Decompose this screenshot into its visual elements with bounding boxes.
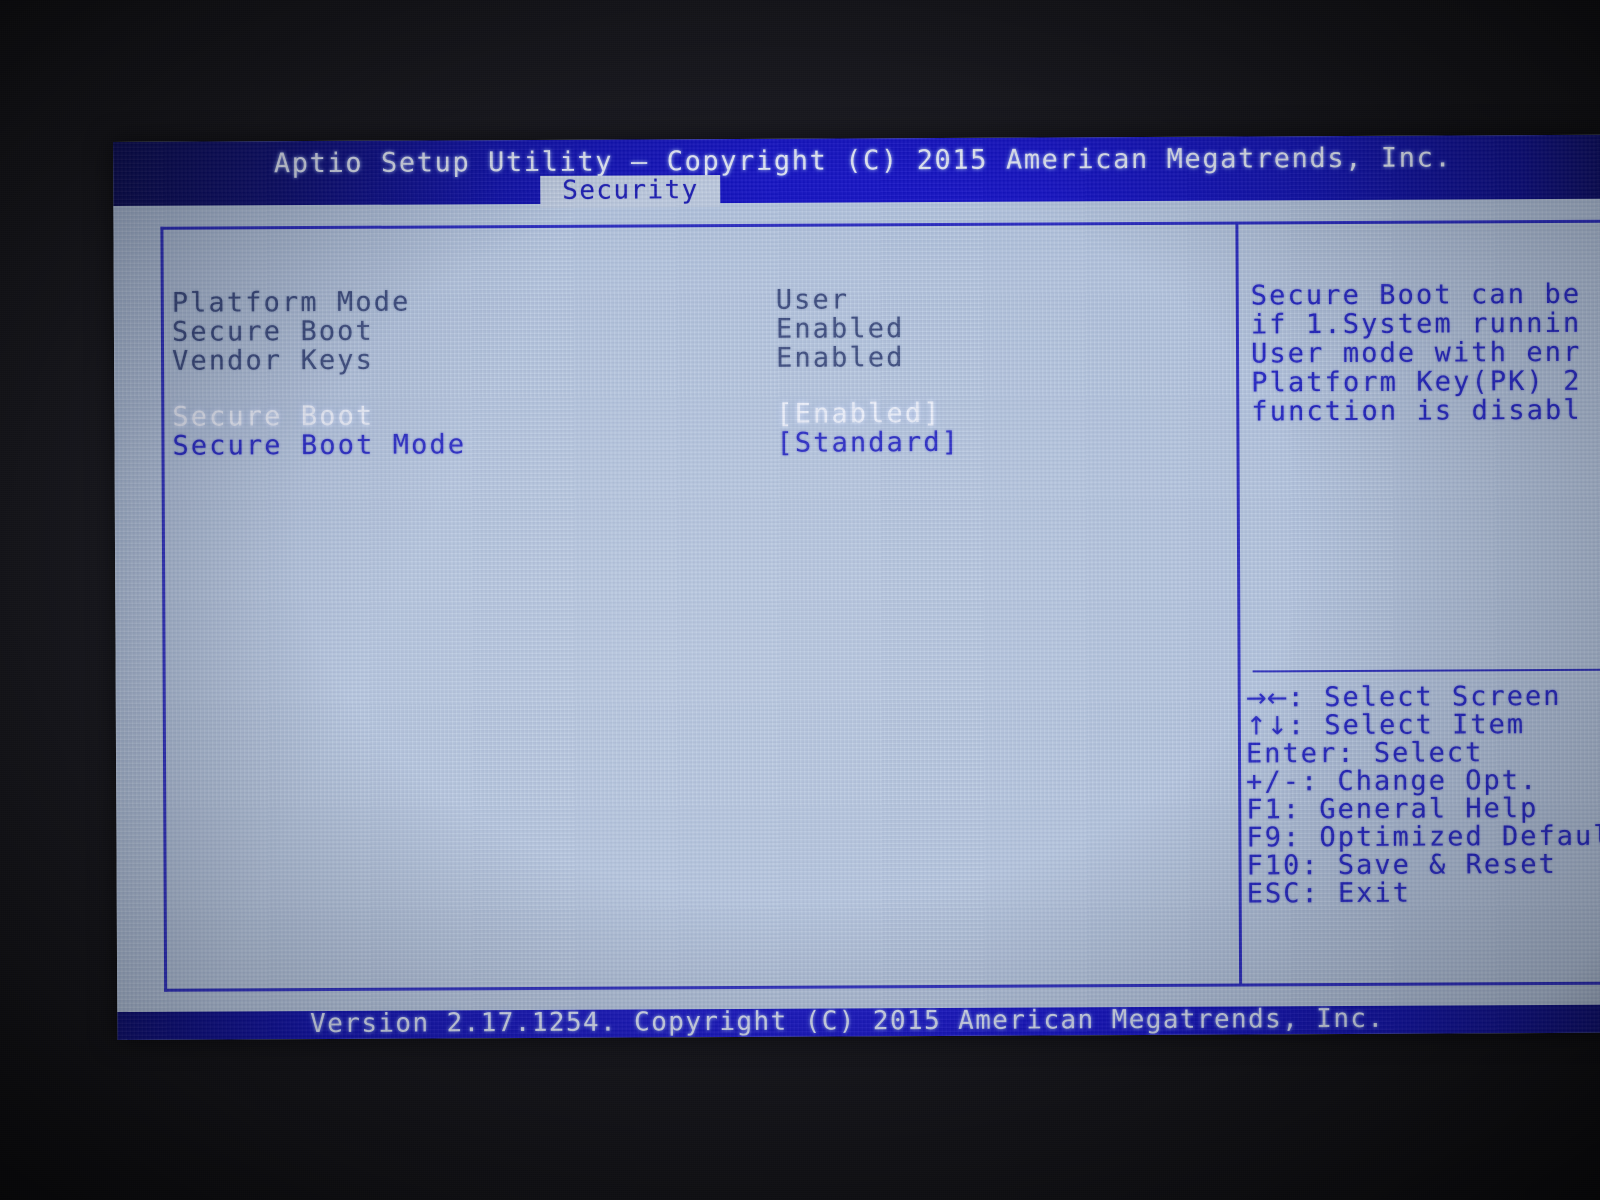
key-legend-select-screen: →←: Select Screen <box>1245 680 1600 713</box>
key-legend-label: F10: Save & Reset <box>1246 848 1557 882</box>
setting-value: User <box>775 284 850 316</box>
setting-value: Enabled <box>775 342 905 374</box>
setting-value-secure-boot[interactable]: [Enabled] <box>776 398 941 430</box>
version-text: Version 2.17.1254. Copyright (C) 2015 Am… <box>310 1003 1385 1040</box>
setting-row-secure-boot-mode[interactable]: Secure Boot Mode [Standard] <box>172 426 1222 462</box>
key-legend-save-reset: F10: Save & Reset <box>1246 848 1600 882</box>
key-legend-exit: ESC: Exit <box>1247 876 1600 910</box>
help-line: function is disabl <box>1251 394 1582 428</box>
setting-label: Vendor Keys <box>171 344 375 377</box>
tab-security[interactable]: Security <box>540 175 721 208</box>
setting-label: Secure Boot <box>172 400 375 433</box>
monitor-photo: Aptio Setup Utility – Copyright (C) 2015… <box>0 0 1600 1200</box>
setting-value: Enabled <box>775 313 905 345</box>
key-legend: →←: Select Screen ↑↓: Select Item Enter:… <box>1245 680 1600 910</box>
help-panel: Secure Boot can be if 1.System runnin Us… <box>1250 278 1600 428</box>
arrow-up-down-icon: ↑↓ <box>1245 711 1288 741</box>
arrow-left-right-icon: →← <box>1245 683 1288 713</box>
help-line: Platform Key(PK) 2 <box>1251 365 1582 399</box>
key-legend-general-help: F1: General Help <box>1246 792 1600 825</box>
setting-label: Platform Mode <box>171 286 411 319</box>
help-line: Secure Boot can be <box>1250 278 1582 312</box>
key-legend-label: : Select Item <box>1287 709 1526 742</box>
bios-screen: Aptio Setup Utility – Copyright (C) 2015… <box>113 134 1600 1040</box>
setting-value-secure-boot-mode[interactable]: [Standard] <box>776 427 960 459</box>
setting-label: Secure Boot <box>171 315 374 348</box>
key-legend-label: ESC: Exit <box>1246 877 1412 910</box>
key-legend-select-item: ↑↓: Select Item <box>1245 708 1600 742</box>
setting-label: Secure Boot Mode <box>172 429 467 462</box>
key-legend-optimized-defaults: F9: Optimized Default <box>1246 820 1600 854</box>
body-area: Platform Mode User Secure Boot Enabled V… <box>113 198 1600 1012</box>
help-line: if 1.System runnin <box>1250 307 1582 341</box>
help-line: User mode with enr <box>1250 336 1582 370</box>
key-legend-change-opt: +/-: Change Opt. <box>1246 764 1600 797</box>
footer-bar: Version 2.17.1254. Copyright (C) 2015 Am… <box>117 1003 1600 1040</box>
key-legend-enter-select: Enter: Select <box>1246 736 1600 769</box>
settings-list: Platform Mode User Secure Boot Enabled V… <box>171 283 1223 462</box>
